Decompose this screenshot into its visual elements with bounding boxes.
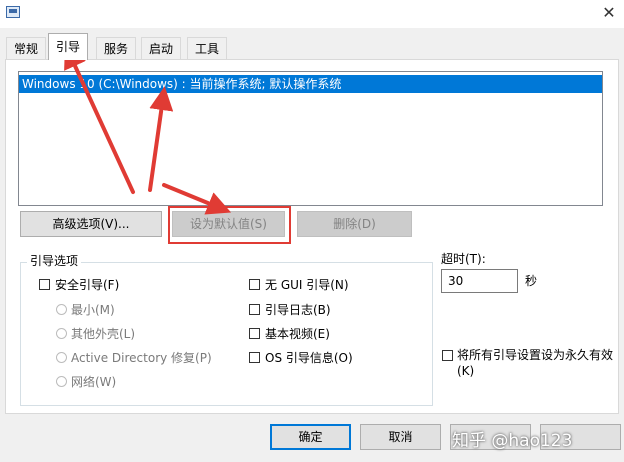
close-button[interactable]: ✕ — [596, 2, 622, 24]
make-permanent-label[interactable]: 将所有引导设置设为永久有效 — [457, 348, 613, 362]
ok-button[interactable]: 确定 — [270, 424, 351, 450]
annotation-highlight-box — [168, 206, 291, 244]
boot-log-label[interactable]: 引导日志(B) — [265, 303, 331, 317]
active-directory-label: Active Directory 修复(P) — [71, 351, 212, 365]
base-video-checkbox[interactable] — [249, 328, 260, 339]
tab-boot[interactable]: 引导 — [48, 33, 89, 60]
timeout-label: 超时(T): — [441, 252, 486, 266]
os-list-item-selected[interactable]: Windows 10 (C:\Windows) : 当前操作系统; 默认操作系统 — [19, 75, 602, 93]
os-boot-info-label[interactable]: OS 引导信息(O) — [265, 351, 353, 365]
tab-general[interactable]: 常规 — [6, 37, 47, 59]
network-radio — [56, 376, 67, 387]
boot-options-legend: 引导选项 — [27, 252, 82, 269]
msconfig-app-icon — [6, 6, 20, 18]
delete-button: 删除(D) — [297, 211, 412, 237]
tab-services[interactable]: 服务 — [96, 37, 137, 59]
safe-boot-label[interactable]: 安全引导(F) — [55, 278, 119, 292]
os-list[interactable]: Windows 10 (C:\Windows) : 当前操作系统; 默认操作系统 — [18, 71, 603, 206]
base-video-label[interactable]: 基本视频(E) — [265, 327, 330, 341]
tab-startup[interactable]: 启动 — [141, 37, 182, 59]
make-permanent-label-key[interactable]: (K) — [457, 364, 474, 378]
timeout-unit: 秒 — [525, 274, 538, 288]
alternate-shell-radio — [56, 328, 67, 339]
os-boot-info-checkbox[interactable] — [249, 352, 260, 363]
advanced-options-button[interactable]: 高级选项(V)... — [20, 211, 162, 237]
network-label: 网络(W) — [71, 375, 117, 389]
safe-boot-checkbox[interactable] — [39, 279, 50, 290]
no-gui-boot-checkbox[interactable] — [249, 279, 260, 290]
watermark: 知乎 @hao123 — [452, 431, 573, 451]
make-permanent-checkbox[interactable] — [442, 350, 453, 361]
timeout-input[interactable]: 30 — [441, 269, 518, 293]
boot-log-checkbox[interactable] — [249, 304, 260, 315]
title-bar — [0, 0, 624, 28]
cancel-button[interactable]: 取消 — [360, 424, 441, 450]
no-gui-boot-label[interactable]: 无 GUI 引导(N) — [265, 278, 349, 292]
minimal-label: 最小(M) — [71, 303, 115, 317]
alternate-shell-label: 其他外壳(L) — [71, 327, 136, 341]
active-directory-radio — [56, 352, 67, 363]
tab-tools[interactable]: 工具 — [187, 37, 228, 59]
minimal-radio — [56, 304, 67, 315]
